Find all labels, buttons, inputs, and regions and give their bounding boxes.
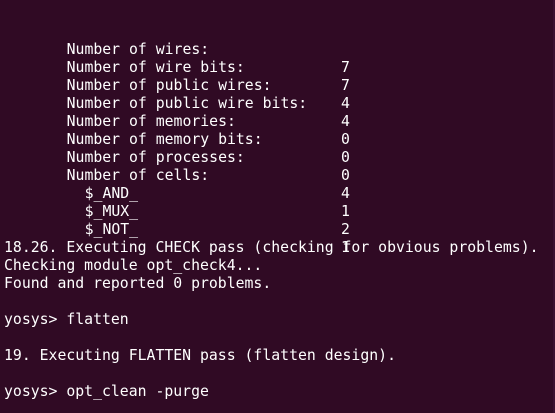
cell-row-and: $_AND_ 1 (4, 167, 555, 220)
cell-value: 1 (341, 239, 350, 256)
command-prompt-opt-clean[interactable]: yosys> opt_clean -purge (4, 383, 555, 401)
stat-row-public-wires: Number of public wires: 4 (4, 59, 555, 112)
stat-row-wires: Number of wires: 7 (4, 23, 555, 76)
stat-row-public-wire-bits: Number of public wire bits: 4 (4, 77, 555, 130)
command-prompt-flatten: yosys> flatten (4, 311, 129, 328)
output-found-problems: Found and reported 0 problems. (4, 275, 272, 292)
output-flatten-pass: 19. Executing FLATTEN pass (flatten desi… (4, 347, 396, 364)
cell-value: 2 (341, 221, 350, 238)
cell-row-not: $_NOT_ 1 (4, 203, 555, 256)
terminal-window[interactable]: Number of wires: 7 Number of wire bits: … (0, 0, 555, 413)
stat-row-cells: Number of cells: 4 (4, 149, 555, 202)
stat-row-memory-bits: Number of memory bits: 0 (4, 113, 555, 166)
stat-row-wire-bits: Number of wire bits: 7 (4, 41, 555, 94)
output-checking-module: Checking module opt_check4... (4, 257, 263, 274)
stat-row-memories: Number of memories: 0 (4, 95, 555, 148)
cell-label: $_NOT_ (84, 221, 139, 238)
stat-row-processes: Number of processes: 0 (4, 131, 555, 184)
output-check-pass: 18.26. Executing CHECK pass (checking fo… (4, 239, 539, 256)
cell-row-mux: $_MUX_ 2 (4, 185, 555, 238)
